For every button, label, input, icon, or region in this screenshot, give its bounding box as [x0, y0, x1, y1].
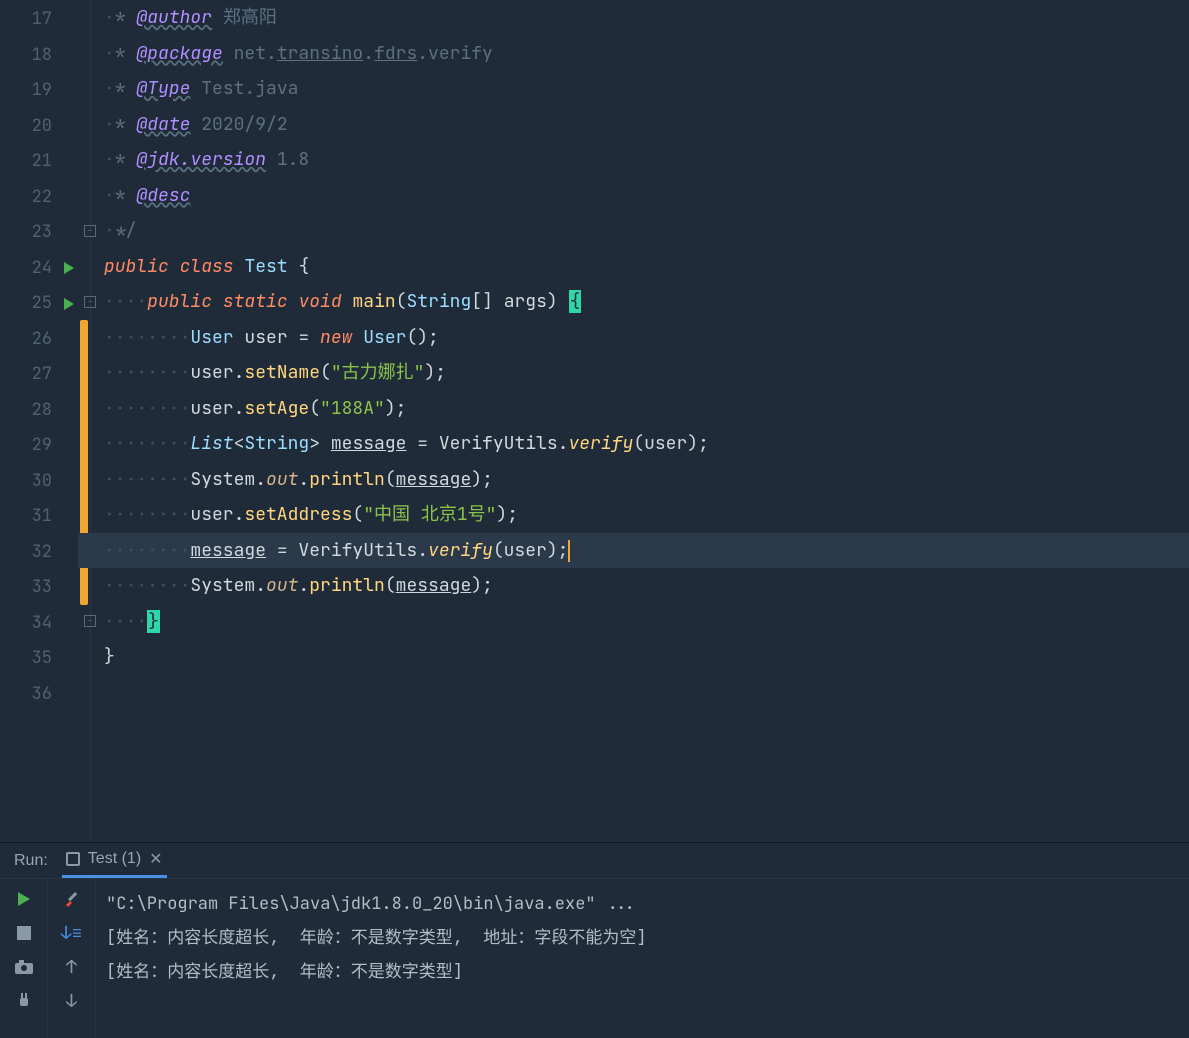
run-tab-name: Test (1) — [88, 850, 141, 868]
code-line[interactable] — [78, 675, 1189, 711]
code-line[interactable]: ········User user = new User(); — [78, 320, 1189, 356]
run-label: Run: — [14, 852, 48, 870]
run-gutter-icon[interactable] — [64, 298, 74, 310]
line-number[interactable]: 21 — [0, 144, 78, 180]
brush-icon[interactable] — [62, 889, 82, 909]
line-number[interactable]: 33 — [0, 570, 78, 606]
run-panel-header: Run: Test (1) ✕ — [0, 843, 1189, 879]
code-area[interactable]: ·* @author 郑高阳·* @package net.transino.f… — [78, 0, 1189, 842]
run-body: ↓≡ ↑ ↓ "C:\Program Files\Java\jdk1.8.0_2… — [0, 879, 1189, 1038]
line-number[interactable]: 35 — [0, 641, 78, 677]
fold-icon[interactable]: − — [84, 296, 96, 308]
console-line: [姓名：内容长度超长, 年龄：不是数字类型, 地址：字段不能为空] — [106, 921, 1179, 955]
code-line[interactable]: ·* @author 郑高阳 — [78, 0, 1189, 36]
line-number[interactable]: 22 — [0, 180, 78, 216]
code-line[interactable]: ·* @Type Test.java — [78, 71, 1189, 107]
line-number[interactable]: 20 — [0, 109, 78, 145]
console-output[interactable]: "C:\Program Files\Java\jdk1.8.0_20\bin\j… — [96, 879, 1189, 1038]
line-number[interactable]: 17 — [0, 2, 78, 38]
code-line[interactable]: ·* @desc — [78, 178, 1189, 214]
down-arrow-icon[interactable]: ↓ — [62, 991, 82, 1011]
line-number-gutter[interactable]: 1718192021222324252627282930313233343536 — [0, 0, 78, 842]
fold-icon[interactable]: − — [84, 225, 96, 237]
code-line[interactable]: ········message = VerifyUtils.verify(use… — [78, 533, 1189, 569]
line-number[interactable]: 29 — [0, 428, 78, 464]
sort-icon[interactable]: ↓≡ — [62, 923, 82, 943]
code-line[interactable]: ·* @date 2020/9/2 — [78, 107, 1189, 143]
code-line[interactable]: } — [78, 639, 1189, 675]
code-line[interactable]: public class Test { — [78, 249, 1189, 285]
run-panel: Run: Test (1) ✕ ↓≡ ↑ ↓ "C:\Program Files… — [0, 842, 1189, 1038]
run-toolbar-primary — [0, 879, 48, 1038]
code-line[interactable]: ········user.setAge("188A"); — [78, 391, 1189, 427]
code-line[interactable]: ·*/− — [78, 213, 1189, 249]
line-number[interactable]: 31 — [0, 499, 78, 535]
line-number[interactable]: 32 — [0, 535, 78, 571]
code-line[interactable]: ·* @package net.transino.fdrs.verify — [78, 36, 1189, 72]
run-gutter-icon[interactable] — [64, 262, 74, 274]
line-number[interactable]: 27 — [0, 357, 78, 393]
line-number[interactable]: 26 — [0, 322, 78, 358]
up-arrow-icon[interactable]: ↑ — [62, 957, 82, 977]
camera-icon[interactable] — [14, 957, 34, 977]
line-number[interactable]: 23 — [0, 215, 78, 251]
run-toolbar-secondary: ↓≡ ↑ ↓ — [48, 879, 96, 1038]
code-line[interactable]: ········user.setName("古力娜扎"); — [78, 355, 1189, 391]
rerun-icon[interactable] — [14, 889, 34, 909]
code-line[interactable]: ········user.setAddress("中国 北京1号"); — [78, 497, 1189, 533]
line-number[interactable]: 34 — [0, 606, 78, 642]
code-line[interactable]: ········List<String> message = VerifyUti… — [78, 426, 1189, 462]
line-number[interactable]: 36 — [0, 677, 78, 713]
line-number[interactable]: 18 — [0, 38, 78, 74]
run-tab[interactable]: Test (1) ✕ — [62, 843, 167, 878]
code-editor[interactable]: 1718192021222324252627282930313233343536… — [0, 0, 1189, 842]
code-line[interactable]: ········System.out.println(message); — [78, 568, 1189, 604]
code-line[interactable]: ····}− — [78, 604, 1189, 640]
console-line: "C:\Program Files\Java\jdk1.8.0_20\bin\j… — [106, 887, 1179, 921]
fold-icon[interactable]: − — [84, 615, 96, 627]
line-number[interactable]: 28 — [0, 393, 78, 429]
plug-icon[interactable] — [14, 991, 34, 1011]
code-line[interactable]: ····public static void main(String[] arg… — [78, 284, 1189, 320]
line-number[interactable]: 19 — [0, 73, 78, 109]
line-number[interactable]: 24 — [0, 251, 78, 287]
line-number[interactable]: 25 — [0, 286, 78, 322]
stop-icon[interactable] — [14, 923, 34, 943]
console-line: [姓名：内容长度超长, 年龄：不是数字类型] — [106, 955, 1179, 989]
code-line[interactable]: ·* @jdk.version 1.8 — [78, 142, 1189, 178]
close-icon[interactable]: ✕ — [149, 849, 162, 869]
line-number[interactable]: 30 — [0, 464, 78, 500]
run-tab-icon — [66, 852, 80, 866]
code-line[interactable]: ········System.out.println(message); — [78, 462, 1189, 498]
